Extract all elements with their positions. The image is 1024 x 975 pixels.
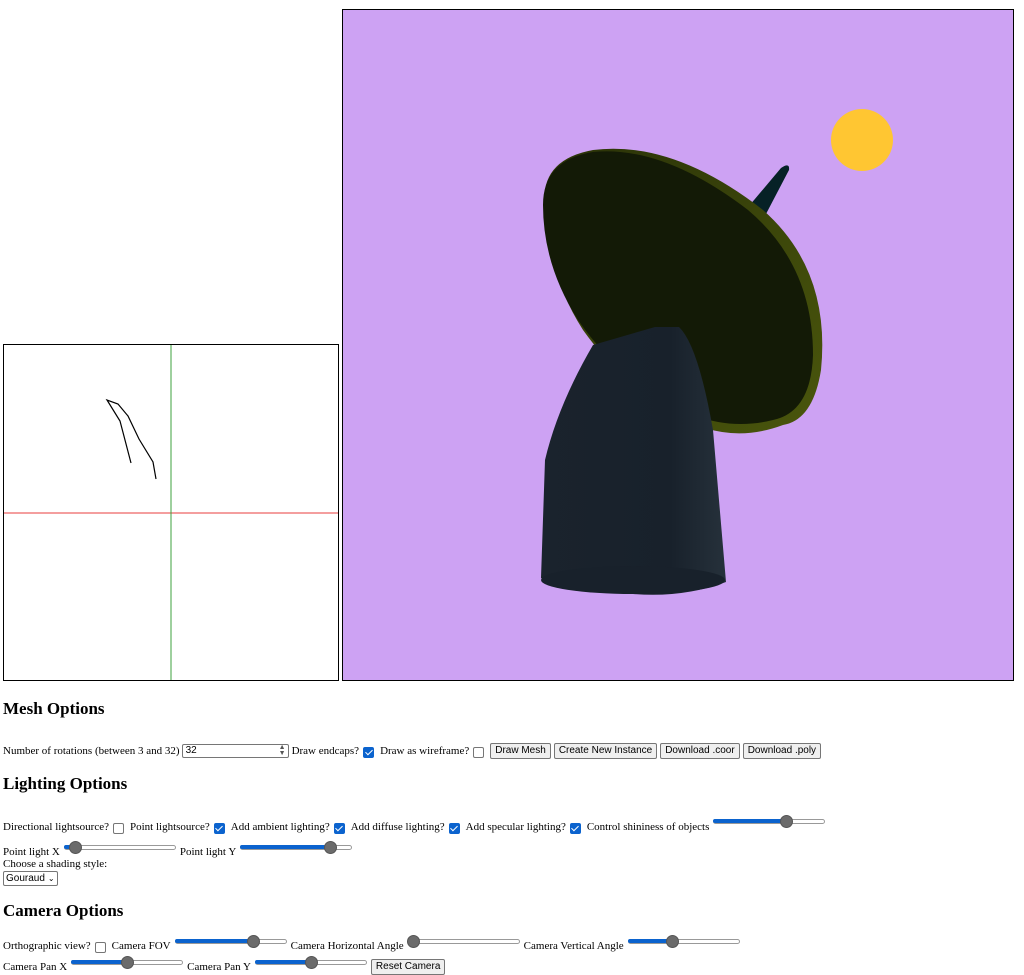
camera-options-heading: Camera Options bbox=[3, 901, 124, 920]
fov-slider[interactable] bbox=[174, 934, 287, 948]
mesh-options-row: Number of rotations (between 3 and 32) 3… bbox=[3, 743, 824, 759]
vangle-label: Camera Vertical Angle bbox=[523, 940, 624, 952]
shininess-label: Control shininess of objects bbox=[586, 821, 710, 833]
rotations-input[interactable]: 32 ▲ ▼ bbox=[181, 744, 289, 758]
specular-checkbox[interactable] bbox=[569, 822, 581, 834]
profile-curve[interactable] bbox=[105, 398, 157, 480]
lighting-row-1: Directional lightsource? Point lightsour… bbox=[3, 815, 829, 834]
pan-y-label: Camera Pan Y bbox=[187, 961, 251, 973]
reset-camera-button[interactable]: Reset Camera bbox=[370, 959, 446, 975]
point-x-label: Point light X bbox=[3, 846, 60, 858]
shininess-slider[interactable] bbox=[713, 814, 826, 828]
hangle-label: Camera Horizontal Angle bbox=[290, 940, 404, 952]
fov-label: Camera FOV bbox=[111, 940, 171, 952]
slider-thumb[interactable] bbox=[121, 956, 135, 969]
light-source-sun bbox=[831, 109, 893, 171]
pan-x-slider[interactable] bbox=[71, 955, 184, 969]
mesh-options-heading: Mesh Options bbox=[3, 699, 105, 718]
ambient-label: Add ambient lighting? bbox=[230, 821, 330, 833]
rotations-value: 32 bbox=[185, 745, 197, 756]
dish-base bbox=[541, 327, 726, 595]
wireframe-label: Draw as wireframe? bbox=[380, 745, 470, 757]
shading-select[interactable]: Gouraud ⌄ bbox=[3, 871, 58, 886]
ortho-checkbox[interactable] bbox=[94, 941, 106, 953]
camera-row-1: Orthographic view? Camera FOV Camera Hor… bbox=[3, 934, 744, 953]
shading-selected-value: Gouraud bbox=[6, 873, 45, 884]
download-coor-button[interactable]: Download .coor bbox=[660, 743, 740, 759]
pan-y-slider[interactable] bbox=[254, 955, 367, 969]
slider-thumb[interactable] bbox=[666, 935, 680, 948]
shading-label-row: Choose a shading style: bbox=[3, 858, 107, 870]
point-light-label: Point lightsource? bbox=[130, 821, 210, 833]
slider-thumb[interactable] bbox=[323, 841, 337, 854]
diffuse-label: Add diffuse lighting? bbox=[350, 821, 445, 833]
draw-mesh-button[interactable]: Draw Mesh bbox=[490, 743, 551, 759]
specular-label: Add specular lighting? bbox=[465, 821, 566, 833]
render-viewport[interactable] bbox=[342, 9, 1014, 681]
point-light-checkbox[interactable] bbox=[213, 822, 225, 834]
lighting-row-2: Point light X Point light Y bbox=[3, 840, 356, 858]
vangle-slider[interactable] bbox=[627, 934, 740, 948]
chevron-down-icon: ⌄ bbox=[47, 874, 55, 883]
download-poly-button[interactable]: Download .poly bbox=[742, 743, 822, 759]
lighting-options-heading: Lighting Options bbox=[3, 774, 128, 793]
base-bottom bbox=[541, 566, 725, 594]
profile-canvas[interactable] bbox=[3, 344, 339, 681]
point-y-label: Point light Y bbox=[179, 846, 237, 858]
directional-checkbox[interactable] bbox=[113, 822, 124, 834]
scene-svg bbox=[541, 109, 893, 595]
diffuse-checkbox[interactable] bbox=[448, 822, 460, 834]
pan-x-label: Camera Pan X bbox=[3, 961, 68, 973]
ambient-checkbox[interactable] bbox=[333, 822, 345, 834]
point-y-slider[interactable] bbox=[240, 840, 353, 854]
slider-thumb[interactable] bbox=[247, 935, 261, 948]
profile-svg[interactable] bbox=[4, 345, 338, 680]
slider-thumb[interactable] bbox=[407, 935, 421, 948]
create-instance-button[interactable]: Create New Instance bbox=[553, 743, 658, 759]
spinner-icon[interactable]: ▲ ▼ bbox=[279, 744, 286, 757]
shading-label: Choose a shading style: bbox=[3, 858, 108, 870]
endcaps-checkbox[interactable] bbox=[363, 746, 375, 758]
slider-thumb[interactable] bbox=[780, 815, 794, 828]
slider-thumb[interactable] bbox=[69, 841, 83, 854]
slider-thumb[interactable] bbox=[304, 956, 318, 969]
point-x-slider[interactable] bbox=[63, 840, 176, 854]
ortho-label: Orthographic view? bbox=[3, 940, 91, 952]
shading-select-row: Gouraud ⌄ bbox=[3, 871, 58, 886]
directional-label: Directional lightsource? bbox=[3, 821, 109, 833]
camera-row-2: Camera Pan X Camera Pan Y Reset Camera bbox=[3, 954, 448, 975]
hangle-slider[interactable] bbox=[407, 934, 520, 948]
endcaps-label: Draw endcaps? bbox=[291, 745, 360, 757]
wireframe-checkbox[interactable] bbox=[473, 746, 485, 758]
rotations-label: Number of rotations (between 3 and 32) bbox=[3, 745, 180, 757]
